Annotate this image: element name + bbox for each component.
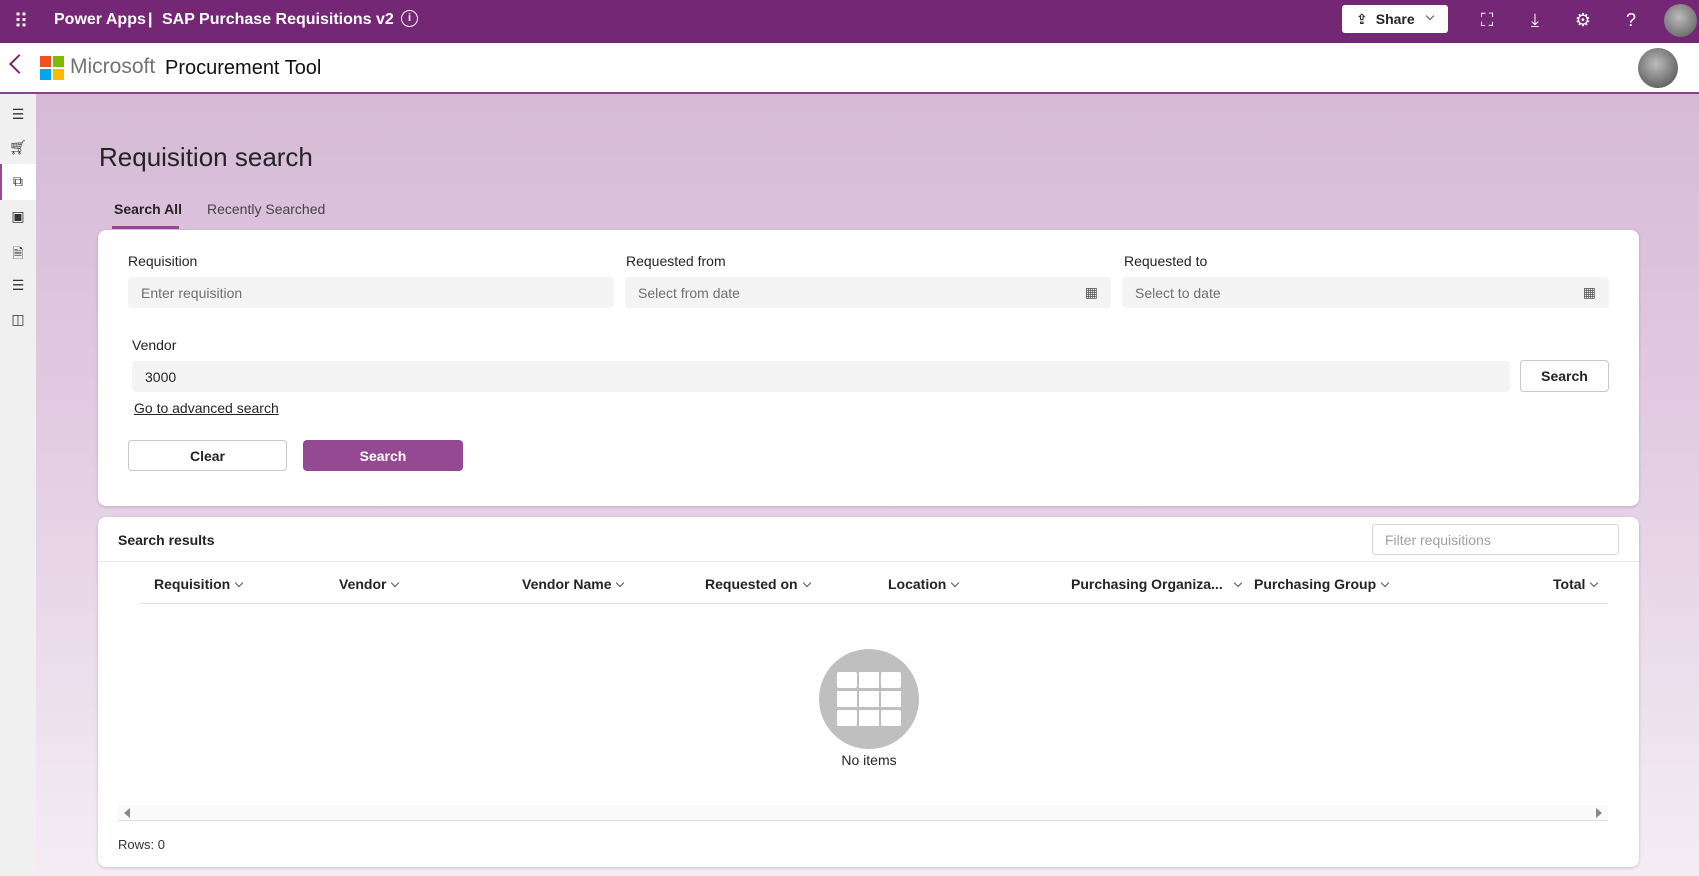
- document-approved-icon[interactable]: 🗎: [8, 243, 28, 263]
- calendar-icon[interactable]: ▦: [1085, 284, 1098, 301]
- requisition-search-icon[interactable]: ⧉: [8, 173, 28, 193]
- column-purchasing-group[interactable]: Purchasing Group: [1254, 576, 1390, 592]
- column-requisition[interactable]: Requisition: [154, 576, 244, 592]
- vendor-input[interactable]: 3000: [132, 361, 1510, 392]
- chevron-down-icon: [1425, 11, 1434, 21]
- tab-search-all[interactable]: Search All: [114, 201, 182, 217]
- empty-state-text: No items: [841, 752, 897, 768]
- chevron-down-icon: [1380, 578, 1390, 588]
- document-list-icon[interactable]: ☰: [8, 277, 28, 297]
- requested-from-label: Requested from: [626, 253, 726, 269]
- download-icon[interactable]: ⤓: [1524, 10, 1546, 32]
- page-title: Requisition search: [99, 142, 313, 172]
- help-icon[interactable]: ?: [1620, 10, 1642, 32]
- vendor-search-button[interactable]: Search: [1520, 360, 1609, 392]
- requested-from-date-input[interactable]: Select from date ▦: [625, 277, 1111, 308]
- cart-icon[interactable]: 🛒︎: [8, 139, 28, 159]
- calendar-icon[interactable]: ▦: [1583, 284, 1596, 301]
- requested-to-label: Requested to: [1124, 253, 1208, 269]
- calendar-clock-icon[interactable]: ◫: [8, 311, 28, 331]
- app-title: Procurement Tool: [165, 57, 322, 79]
- header-divider: [141, 603, 1608, 604]
- chevron-down-icon: [1590, 578, 1599, 588]
- share-icon: ⇪: [1356, 10, 1368, 27]
- column-total[interactable]: Total: [1553, 576, 1599, 592]
- search-button[interactable]: Search: [303, 440, 463, 471]
- empty-table-icon: [819, 649, 919, 749]
- filter-requisitions-input[interactable]: Filter requisitions: [1372, 524, 1619, 555]
- chevron-down-icon: [951, 578, 960, 588]
- title-separator: |: [148, 11, 153, 28]
- settings-icon[interactable]: ⚙: [1572, 10, 1594, 32]
- profile-avatar[interactable]: [1638, 48, 1678, 88]
- search-results-title: Search results: [118, 532, 215, 548]
- vendor-value: 3000: [145, 368, 177, 385]
- info-icon[interactable]: i: [401, 10, 418, 27]
- column-location[interactable]: Location: [888, 576, 960, 592]
- column-requested-on[interactable]: Requested on: [705, 576, 811, 592]
- app-name: SAP Purchase Requisitions v2: [162, 11, 394, 28]
- share-button[interactable]: ⇪ Share: [1342, 5, 1448, 33]
- app-launcher-icon[interactable]: ⠿: [10, 9, 32, 33]
- back-icon[interactable]: [9, 54, 29, 74]
- microsoft-logo: [40, 56, 64, 80]
- from-placeholder: Select from date: [638, 284, 740, 301]
- fit-screen-icon[interactable]: ⛶: [1476, 10, 1498, 32]
- chevron-down-icon: [1233, 578, 1242, 588]
- brand-name: Power Apps: [54, 11, 146, 28]
- sidebar: ☰ 🛒︎ ⧉ ▣ 🗎 ☰ ◫: [0, 94, 36, 876]
- clear-button[interactable]: Clear: [128, 440, 287, 471]
- chevron-down-icon: [391, 578, 400, 588]
- requisition-placeholder: Enter requisition: [141, 284, 243, 301]
- divider: [98, 561, 1639, 562]
- requisition-input[interactable]: Enter requisition: [128, 277, 614, 308]
- money-icon[interactable]: ▣: [8, 208, 28, 228]
- advanced-search-link[interactable]: Go to advanced search: [134, 400, 279, 416]
- filter-placeholder: Filter requisitions: [1385, 532, 1491, 548]
- requested-to-date-input[interactable]: Select to date ▦: [1122, 277, 1609, 308]
- column-vendor[interactable]: Vendor: [339, 576, 400, 592]
- company-name: Microsoft: [70, 55, 156, 78]
- active-tab-indicator: [112, 226, 179, 229]
- user-avatar[interactable]: [1664, 4, 1697, 37]
- share-label: Share: [1375, 11, 1415, 27]
- scroll-left-icon[interactable]: [124, 808, 130, 818]
- chevron-down-icon: [234, 578, 244, 588]
- app-top-bar: ⠿ Power Apps | SAP Purchase Requisitions…: [0, 0, 1699, 43]
- to-placeholder: Select to date: [1135, 284, 1221, 301]
- horizontal-scrollbar[interactable]: [118, 805, 1608, 821]
- vendor-label: Vendor: [132, 337, 177, 353]
- requisition-label: Requisition: [128, 253, 198, 269]
- column-vendor-name[interactable]: Vendor Name: [522, 576, 625, 592]
- scroll-right-icon[interactable]: [1596, 808, 1602, 818]
- chevron-down-icon: [802, 578, 811, 588]
- app-header: Microsoft Procurement Tool: [0, 43, 1699, 94]
- column-purchasing-organization[interactable]: Purchasing Organiza...: [1071, 576, 1242, 592]
- tab-recently-searched[interactable]: Recently Searched: [207, 201, 325, 217]
- rows-count: Rows: 0: [118, 837, 165, 852]
- chevron-down-icon: [616, 578, 625, 588]
- menu-icon[interactable]: ☰: [8, 106, 28, 126]
